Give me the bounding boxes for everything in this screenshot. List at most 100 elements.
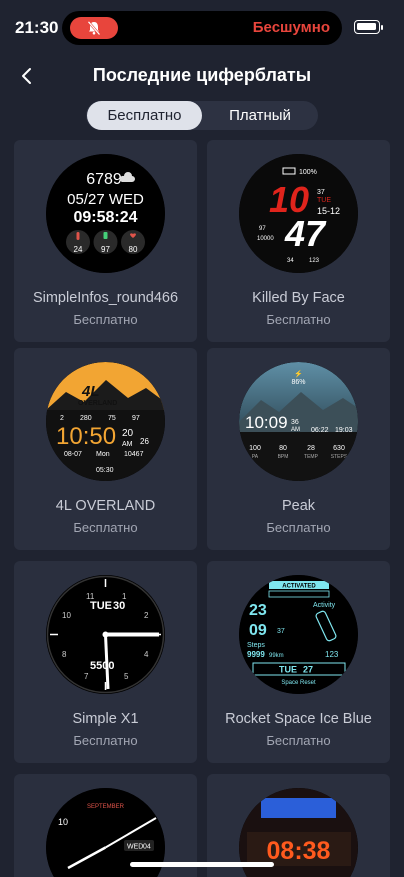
- watch-face-card-simpleinfos[interactable]: 6789 05/27 WED 09:58:24 24 97 80 SimpleI…: [14, 140, 197, 342]
- svg-text:26: 26: [140, 437, 149, 446]
- svg-text:5500: 5500: [90, 660, 114, 672]
- svg-text:TUE: TUE: [317, 197, 331, 204]
- watch-face-price: Бесплатно: [73, 520, 138, 535]
- svg-text:TUE: TUE: [90, 600, 112, 612]
- tab-free[interactable]: Бесплатно: [87, 101, 202, 130]
- svg-text:80: 80: [129, 245, 138, 254]
- watch-face-card-killed-by-face[interactable]: 100% 10 47 37 TUE 15-12 97 10000 34 123 …: [207, 140, 390, 342]
- svg-text:2: 2: [60, 415, 64, 422]
- svg-text:10: 10: [62, 611, 71, 620]
- svg-text:23: 23: [249, 602, 267, 619]
- svg-text:24: 24: [74, 245, 83, 254]
- tab-paid[interactable]: Платный: [202, 101, 318, 130]
- navigation-bar: Последние циферблаты: [0, 56, 404, 96]
- silent-mode-label: Бесшумно: [252, 19, 330, 36]
- svg-text:19:03: 19:03: [335, 427, 353, 434]
- svg-text:WED: WED: [127, 844, 143, 851]
- watch-face-price: Бесплатно: [266, 520, 331, 535]
- svg-text:123: 123: [309, 258, 320, 264]
- svg-text:10000: 10000: [257, 236, 274, 242]
- page-title: Последние циферблаты: [92, 65, 312, 85]
- svg-text:2: 2: [144, 611, 149, 620]
- svg-text:30: 30: [113, 600, 125, 612]
- home-indicator: [130, 862, 274, 867]
- watch-face-price: Бесплатно: [266, 733, 331, 748]
- svg-text:9999: 9999: [247, 650, 265, 659]
- svg-text:Activity: Activity: [313, 602, 336, 609]
- svg-text:123: 123: [325, 650, 339, 659]
- svg-text:04: 04: [143, 844, 151, 851]
- svg-text:75: 75: [108, 415, 116, 422]
- svg-text:06:22: 06:22: [311, 427, 329, 434]
- svg-text:97: 97: [259, 226, 266, 232]
- svg-text:80: 80: [279, 445, 287, 452]
- svg-text:AM: AM: [291, 427, 300, 433]
- watch-face-price: Бесплатно: [266, 312, 331, 327]
- svg-text:08:38: 08:38: [267, 837, 331, 865]
- svg-text:34: 34: [287, 258, 294, 264]
- status-bar: 21:30 Бесшумно: [0, 0, 404, 56]
- svg-text:10:50: 10:50: [56, 423, 116, 450]
- watch-face-name: 4L OVERLAND: [55, 498, 156, 514]
- svg-text:⚡: ⚡: [294, 369, 303, 378]
- watch-face-name: Peak: [281, 498, 316, 514]
- svg-text:100: 100: [249, 445, 261, 452]
- svg-text:20: 20: [122, 428, 134, 439]
- svg-text:TEMP: TEMP: [304, 454, 319, 460]
- watch-face-preview: 100% 10 47 37 TUE 15-12 97 10000 34 123: [239, 154, 358, 273]
- watch-face-name: SimpleInfos_round466: [32, 290, 179, 306]
- svg-text:8: 8: [62, 650, 67, 659]
- watch-face-name: Killed By Face: [252, 290, 345, 306]
- svg-text:27: 27: [303, 665, 313, 675]
- svg-text:08-07: 08-07: [64, 451, 82, 458]
- svg-text:Steps: Steps: [247, 642, 265, 649]
- svg-text:05:30: 05:30: [96, 467, 114, 474]
- svg-text:4: 4: [144, 650, 149, 659]
- svg-text:SEPTEMBER: SEPTEMBER: [87, 804, 125, 810]
- svg-text:05/27 WED: 05/27 WED: [67, 191, 144, 208]
- svg-text:09: 09: [249, 622, 267, 639]
- svg-text:100%: 100%: [299, 169, 317, 176]
- svg-text:6789: 6789: [86, 171, 122, 188]
- watch-face-preview: 11 1 10 2 8 4 7 5 TUE 30 5500: [46, 575, 165, 694]
- svg-text:97: 97: [101, 245, 110, 254]
- price-filter-segment: Бесплатно Платный: [86, 101, 318, 130]
- svg-text:97: 97: [132, 415, 140, 422]
- svg-text:47: 47: [284, 213, 327, 254]
- watch-face-card-simple-x1[interactable]: 11 1 10 2 8 4 7 5 TUE 30 5500 Simple X1 …: [14, 561, 197, 763]
- svg-text:09:58:24: 09:58:24: [73, 209, 137, 226]
- svg-text:TUE: TUE: [279, 665, 297, 675]
- watch-face-name: Simple X1: [72, 711, 139, 727]
- svg-text:BPM: BPM: [278, 454, 289, 460]
- svg-text:86%: 86%: [291, 379, 305, 386]
- svg-text:10: 10: [58, 817, 68, 827]
- watch-face-card-peak[interactable]: ⚡ 86% 10:09 36 AM 06:22 19:03 100 80 28 …: [207, 348, 390, 550]
- svg-text:4L: 4L: [81, 383, 100, 400]
- watch-face-preview: 6789 05/27 WED 09:58:24 24 97 80: [46, 154, 165, 273]
- svg-text:OVERLAND: OVERLAND: [78, 400, 117, 407]
- svg-text:630: 630: [333, 445, 345, 452]
- silent-mode-bell-icon: [70, 17, 118, 39]
- svg-text:Space Reset: Space Reset: [281, 680, 316, 686]
- svg-text:7: 7: [84, 672, 89, 681]
- watch-face-name: Rocket Space Ice Blue: [225, 711, 372, 727]
- svg-text:Mon: Mon: [96, 451, 110, 458]
- watch-face-preview: 4L OVERLAND 2 280 75 97 10:50 20 AM 26 0…: [46, 362, 165, 481]
- svg-text:280: 280: [80, 415, 92, 422]
- svg-text:37: 37: [317, 189, 325, 196]
- svg-text:15-12: 15-12: [317, 206, 340, 216]
- dynamic-island: Бесшумно: [62, 11, 342, 45]
- svg-text:PA: PA: [252, 454, 259, 460]
- svg-text:28: 28: [307, 445, 315, 452]
- svg-text:10:09: 10:09: [245, 413, 288, 432]
- watch-face-preview: ⚡ 86% 10:09 36 AM 06:22 19:03 100 80 28 …: [239, 362, 358, 481]
- watch-face-preview: ACTIVATED 23 09 37 Activity Steps 9999 9…: [239, 575, 358, 694]
- watch-face-card-rocket-space-ice-blue[interactable]: ACTIVATED 23 09 37 Activity Steps 9999 9…: [207, 561, 390, 763]
- watch-face-price: Бесплатно: [73, 312, 138, 327]
- svg-text:10467: 10467: [124, 451, 144, 458]
- svg-text:STEPS: STEPS: [331, 454, 348, 460]
- svg-text:36: 36: [291, 419, 299, 426]
- svg-text:5: 5: [124, 672, 129, 681]
- watch-face-card-4l-overland[interactable]: 4L OVERLAND 2 280 75 97 10:50 20 AM 26 0…: [14, 348, 197, 550]
- svg-text:99km: 99km: [269, 653, 284, 659]
